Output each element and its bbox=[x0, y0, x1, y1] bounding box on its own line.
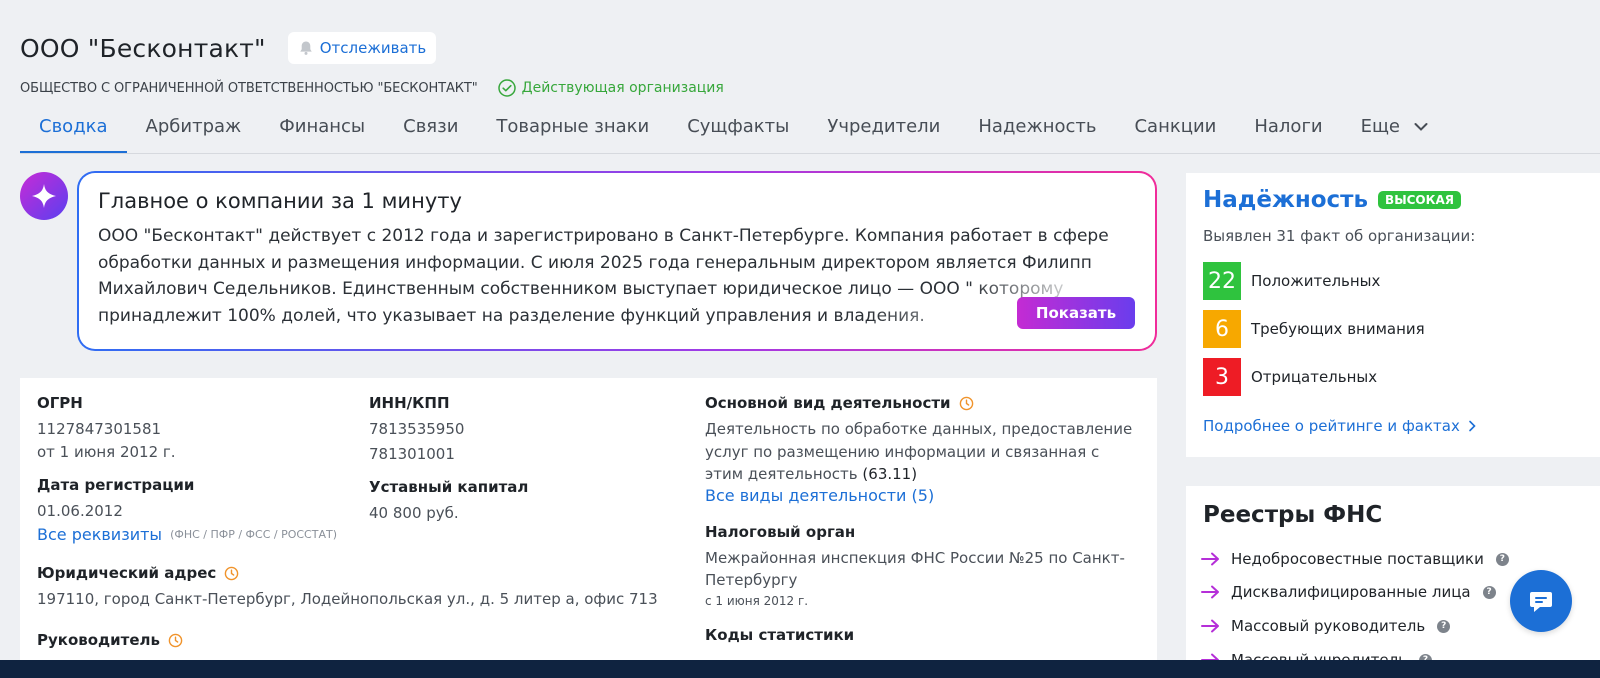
capital-label: Уставный капитал bbox=[369, 478, 529, 496]
help-icon[interactable]: ? bbox=[1437, 619, 1451, 633]
ai-summary-body: Главное о компании за 1 минуту ООО "Беск… bbox=[79, 173, 1155, 349]
fact-positive[interactable]: 22 Положительных bbox=[1203, 262, 1380, 300]
tab-taxes[interactable]: Налоги bbox=[1235, 108, 1341, 153]
reliability-subtitle: Выявлен 31 факт об организации: bbox=[1203, 227, 1476, 245]
reg-date-value: 01.06.2012 bbox=[37, 502, 123, 520]
tax-authority-label: Налоговый орган bbox=[705, 522, 856, 541]
register-label: Массовый руководитель bbox=[1231, 617, 1426, 635]
track-button[interactable]: Отслеживать bbox=[287, 32, 437, 64]
stat-codes-label: Коды статистики bbox=[705, 625, 855, 644]
tab-more[interactable]: Еще bbox=[1342, 108, 1447, 153]
tab-finance[interactable]: Финансы bbox=[260, 108, 384, 153]
reg-date-label: Дата регистрации bbox=[37, 476, 195, 494]
kpp-value: 781301001 bbox=[369, 445, 455, 463]
tab-sanctions[interactable]: Санкции bbox=[1115, 108, 1235, 153]
address-label: Юридический адрес bbox=[37, 564, 217, 582]
fact-label: Отрицательных bbox=[1251, 368, 1378, 386]
registers-title: Реестры ФНС bbox=[1203, 502, 1383, 528]
register-label: Дисквалифицированные лица bbox=[1231, 583, 1471, 601]
fact-negative[interactable]: 3 Отрицательных bbox=[1203, 358, 1377, 396]
clock-icon[interactable] bbox=[168, 633, 183, 648]
all-details-row: Все реквизиты (ФНС / ПФР / ФСС / РОССТАТ… bbox=[37, 525, 637, 544]
status-badge: Действующая организация bbox=[497, 79, 724, 97]
tab-founders[interactable]: Учредители bbox=[808, 108, 959, 153]
head-label-row: Руководитель bbox=[37, 631, 357, 649]
activity-code: (63.11) bbox=[862, 465, 918, 483]
address-label-row: Юридический адрес bbox=[37, 564, 357, 582]
reliability-card: Надёжность ВЫСОКАЯ Выявлен 31 факт об ор… bbox=[1186, 173, 1600, 457]
all-details-link[interactable]: Все реквизиты bbox=[37, 525, 162, 544]
rating-details-link[interactable]: Подробнее о рейтинге и фактах bbox=[1203, 417, 1476, 435]
fact-count: 22 bbox=[1203, 262, 1241, 300]
tab-reliability[interactable]: Надежность bbox=[959, 108, 1115, 153]
requisites-card: ОГРН 1127847301581 от 1 июня 2012 г. Дат… bbox=[20, 378, 1157, 678]
fact-count: 6 bbox=[1203, 310, 1241, 348]
clock-icon[interactable] bbox=[959, 396, 974, 411]
inn-value: 7813535950 bbox=[369, 420, 465, 438]
help-icon[interactable]: ? bbox=[1482, 585, 1496, 599]
fact-count: 3 bbox=[1203, 358, 1241, 396]
activity-text: Деятельность по обработке данных, предос… bbox=[705, 420, 1133, 483]
ai-summary-title: Главное о компании за 1 минуту bbox=[98, 189, 462, 213]
fact-attention[interactable]: 6 Требующих внимания bbox=[1203, 310, 1425, 348]
requisites-column-3: Основной вид деятельности Деятельность п… bbox=[705, 394, 1135, 644]
ogrn-value: 1127847301581 bbox=[37, 420, 162, 438]
chat-icon bbox=[1530, 592, 1552, 612]
activity-label: Основной вид деятельности bbox=[705, 394, 951, 412]
help-icon[interactable]: ? bbox=[1495, 552, 1509, 566]
ai-summary-card: Главное о компании за 1 минуту ООО "Беск… bbox=[77, 171, 1157, 351]
reliability-header: Надёжность ВЫСОКАЯ bbox=[1203, 187, 1461, 213]
activity-description: Деятельность по обработке данных, предос… bbox=[705, 418, 1135, 486]
ai-summary-text: ООО "Бесконтакт" действует с 2012 года и… bbox=[98, 223, 1128, 329]
reliability-level-badge: ВЫСОКАЯ bbox=[1378, 191, 1461, 209]
fact-label: Требующих внимания bbox=[1251, 320, 1425, 338]
register-label: Недобросовестные поставщики bbox=[1231, 550, 1484, 568]
rating-details-label: Подробнее о рейтинге и фактах bbox=[1203, 417, 1460, 435]
tab-arbitration[interactable]: Арбитраж bbox=[127, 108, 261, 153]
status-text: Действующая организация bbox=[521, 80, 724, 96]
ai-sparkle-badge bbox=[20, 172, 68, 220]
capital-value: 40 800 руб. bbox=[369, 504, 459, 522]
arrow-right-icon bbox=[1201, 552, 1219, 566]
register-item[interactable]: Недобросовестные поставщики ? bbox=[1201, 550, 1509, 568]
fact-label: Положительных bbox=[1251, 272, 1381, 290]
requisites-column-1: ОГРН 1127847301581 от 1 июня 2012 г. Дат… bbox=[37, 394, 658, 649]
bell-icon bbox=[300, 41, 312, 55]
company-header: ООО "Бесконтакт" Отслеживать ОБЩЕСТВО С … bbox=[20, 30, 1600, 98]
all-activities-link[interactable]: Все виды деятельности (5) bbox=[705, 486, 1135, 505]
register-item[interactable]: Дисквалифицированные лица ? bbox=[1201, 583, 1496, 601]
page-title: ООО "Бесконтакт" bbox=[20, 33, 266, 63]
tab-connections[interactable]: Связи bbox=[384, 108, 477, 153]
tab-material-facts[interactable]: Сущфакты bbox=[668, 108, 808, 153]
arrow-right-icon bbox=[1201, 585, 1219, 599]
chat-button[interactable] bbox=[1510, 570, 1572, 632]
check-circle-icon bbox=[497, 79, 516, 97]
track-label: Отслеживать bbox=[319, 39, 427, 57]
chevron-right-icon bbox=[1469, 420, 1476, 432]
register-item[interactable]: Массовый руководитель ? bbox=[1201, 617, 1451, 635]
inn-kpp-label: ИНН/КПП bbox=[369, 394, 450, 412]
requisites-column-2: ИНН/КПП 7813535950 781301001 Уставный ка… bbox=[369, 394, 669, 525]
all-details-hint: (ФНС / ПФР / ФСС / РОССТАТ) bbox=[170, 528, 337, 541]
ogrn-label: ОГРН bbox=[37, 394, 83, 412]
full-company-name: ОБЩЕСТВО С ОГРАНИЧЕННОЙ ОТВЕТСТВЕННОСТЬЮ… bbox=[20, 80, 478, 96]
tax-authority-date: с 1 июня 2012 г. bbox=[705, 593, 809, 608]
head-label: Руководитель bbox=[37, 631, 161, 649]
tab-trademarks[interactable]: Товарные знаки bbox=[477, 108, 668, 153]
tab-bar: Сводка Арбитраж Финансы Связи Товарные з… bbox=[20, 108, 1600, 154]
reliability-title[interactable]: Надёжность bbox=[1203, 187, 1368, 213]
ogrn-date: от 1 июня 2012 г. bbox=[37, 443, 176, 461]
arrow-right-icon bbox=[1201, 619, 1219, 633]
activity-label-row: Основной вид деятельности bbox=[705, 394, 1135, 412]
address-value: 197110, город Санкт-Петербург, Лодейнопо… bbox=[37, 590, 658, 608]
chevron-down-icon bbox=[1414, 123, 1428, 131]
tab-summary[interactable]: Сводка bbox=[20, 108, 127, 153]
clock-icon[interactable] bbox=[224, 566, 239, 581]
tax-authority-value: Межрайонная инспекция ФНС России №25 по … bbox=[705, 548, 1125, 590]
show-more-button[interactable]: Показать bbox=[1017, 297, 1135, 329]
sparkle-icon bbox=[32, 184, 56, 208]
tab-more-label: Еще bbox=[1360, 116, 1401, 137]
bottom-bar bbox=[0, 660, 1600, 678]
